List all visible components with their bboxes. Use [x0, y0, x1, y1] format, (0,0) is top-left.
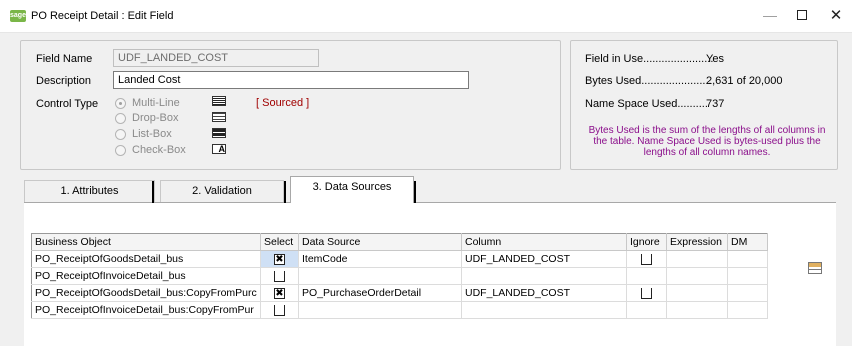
select-checkbox[interactable] [274, 304, 285, 316]
sourced-tag: [ Sourced ] [256, 97, 310, 109]
dm-cell[interactable] [727, 284, 768, 302]
table-row[interactable]: PO_ReceiptOfInvoiceDetail_bus:CopyFromPu… [31, 301, 768, 319]
business-object-cell[interactable]: PO_ReceiptOfGoodsDetail_bus:CopyFromPurc [31, 284, 261, 302]
business-object-cell[interactable]: PO_ReceiptOfGoodsDetail_bus [31, 250, 261, 268]
close-button[interactable]: ✕ [814, 0, 852, 33]
ignore-cell[interactable] [626, 267, 667, 285]
name-space-used-value: 737 [706, 98, 725, 110]
tab-validation[interactable]: 2. Validation [160, 180, 284, 202]
usage-note: Bytes Used is the sum of the lengths of … [588, 125, 826, 158]
dm-cell[interactable] [727, 267, 768, 285]
expression-cell[interactable] [666, 301, 728, 319]
table-row[interactable]: PO_ReceiptOfInvoiceDetail_bus [31, 267, 768, 285]
ignore-checkbox[interactable] [641, 287, 652, 299]
ignore-cell[interactable] [626, 284, 667, 302]
column-header-ignore[interactable]: Ignore [626, 233, 667, 251]
select-cell[interactable] [260, 267, 299, 285]
data-source-cell[interactable]: ItemCode [298, 250, 462, 268]
business-object-cell[interactable]: PO_ReceiptOfInvoiceDetail_bus:CopyFromPu… [31, 301, 261, 319]
column-header-select[interactable]: Select [260, 233, 299, 251]
field-in-use-label: Field in Use....................... [585, 53, 714, 65]
title-bar: sage PO Receipt Detail : Edit Field — ✕ [0, 0, 852, 33]
radio-label: Multi-Line [132, 97, 180, 109]
control-type-label: Control Type [36, 98, 99, 110]
select-cell[interactable]: ✖ [260, 284, 299, 302]
tab-attributes[interactable]: 1. Attributes [24, 180, 155, 202]
ignore-cell[interactable] [626, 250, 667, 268]
data-source-cell[interactable] [298, 301, 462, 319]
table-row[interactable]: PO_ReceiptOfGoodsDetail_bus ✖ ItemCode U… [31, 250, 768, 268]
description-input[interactable]: Landed Cost [113, 71, 469, 89]
window-title: PO Receipt Detail : Edit Field [31, 10, 174, 22]
select-cell[interactable]: ✖ [260, 250, 299, 268]
grid-header-row: Business Object Select Data Source Colum… [31, 233, 768, 251]
column-header-data-source[interactable]: Data Source [298, 233, 462, 251]
radio-label: List-Box [132, 128, 172, 140]
dm-cell[interactable] [727, 301, 768, 319]
column-header-dm[interactable]: DM [727, 233, 768, 251]
maximize-icon [797, 10, 807, 21]
ignore-checkbox[interactable] [641, 253, 652, 265]
expression-cell[interactable] [666, 250, 728, 268]
select-checkbox[interactable] [274, 270, 285, 282]
tab-data-sources[interactable]: 3. Data Sources [290, 176, 414, 203]
radio-icon [115, 113, 126, 124]
column-cell[interactable] [461, 267, 627, 285]
tab-separator [284, 181, 286, 203]
select-checkbox[interactable]: ✖ [274, 253, 285, 265]
tab-separator [152, 181, 154, 203]
column-header-business-object[interactable]: Business Object [31, 233, 261, 251]
data-source-cell[interactable] [298, 267, 462, 285]
column-header-expression[interactable]: Expression [666, 233, 728, 251]
expression-cell[interactable] [666, 267, 728, 285]
dm-cell[interactable] [727, 250, 768, 268]
select-cell[interactable] [260, 301, 299, 319]
column-cell[interactable]: UDF_LANDED_COST [461, 284, 627, 302]
description-label: Description [36, 75, 92, 87]
bytes-used-label: Bytes Used....................... [585, 75, 712, 87]
field-name-input: UDF_LANDED_COST [113, 49, 319, 67]
tab-separator [414, 181, 416, 203]
table-row[interactable]: PO_ReceiptOfGoodsDetail_bus:CopyFromPurc… [31, 284, 768, 302]
column-cell[interactable] [461, 301, 627, 319]
sage-app-icon: sage [10, 10, 26, 22]
column-header-column[interactable]: Column [461, 233, 627, 251]
radio-icon [115, 129, 126, 140]
radio-icon [115, 98, 126, 109]
radio-label: Check-Box [132, 144, 186, 156]
data-source-icon[interactable] [808, 262, 822, 274]
expression-cell[interactable] [666, 284, 728, 302]
data-sources-grid: Business Object Select Data Source Colum… [31, 233, 768, 319]
column-cell[interactable]: UDF_LANDED_COST [461, 250, 627, 268]
field-name-label: Field Name [36, 53, 93, 65]
field-in-use-value: Yes [706, 53, 724, 65]
select-checkbox[interactable]: ✖ [274, 287, 285, 299]
business-object-cell[interactable]: PO_ReceiptOfInvoiceDetail_bus [31, 267, 261, 285]
drop-box-icon [212, 112, 226, 122]
check-box-icon: A [212, 144, 226, 154]
bytes-used-value: 2,631 of 20,000 [706, 75, 783, 87]
ignore-cell[interactable] [626, 301, 667, 319]
name-space-used-label: Name Space Used.......... [585, 98, 708, 110]
radio-icon [115, 145, 126, 156]
data-source-cell[interactable]: PO_PurchaseOrderDetail [298, 284, 462, 302]
list-box-icon [212, 128, 226, 138]
radio-label: Drop-Box [132, 112, 179, 124]
multi-line-icon [212, 96, 226, 106]
